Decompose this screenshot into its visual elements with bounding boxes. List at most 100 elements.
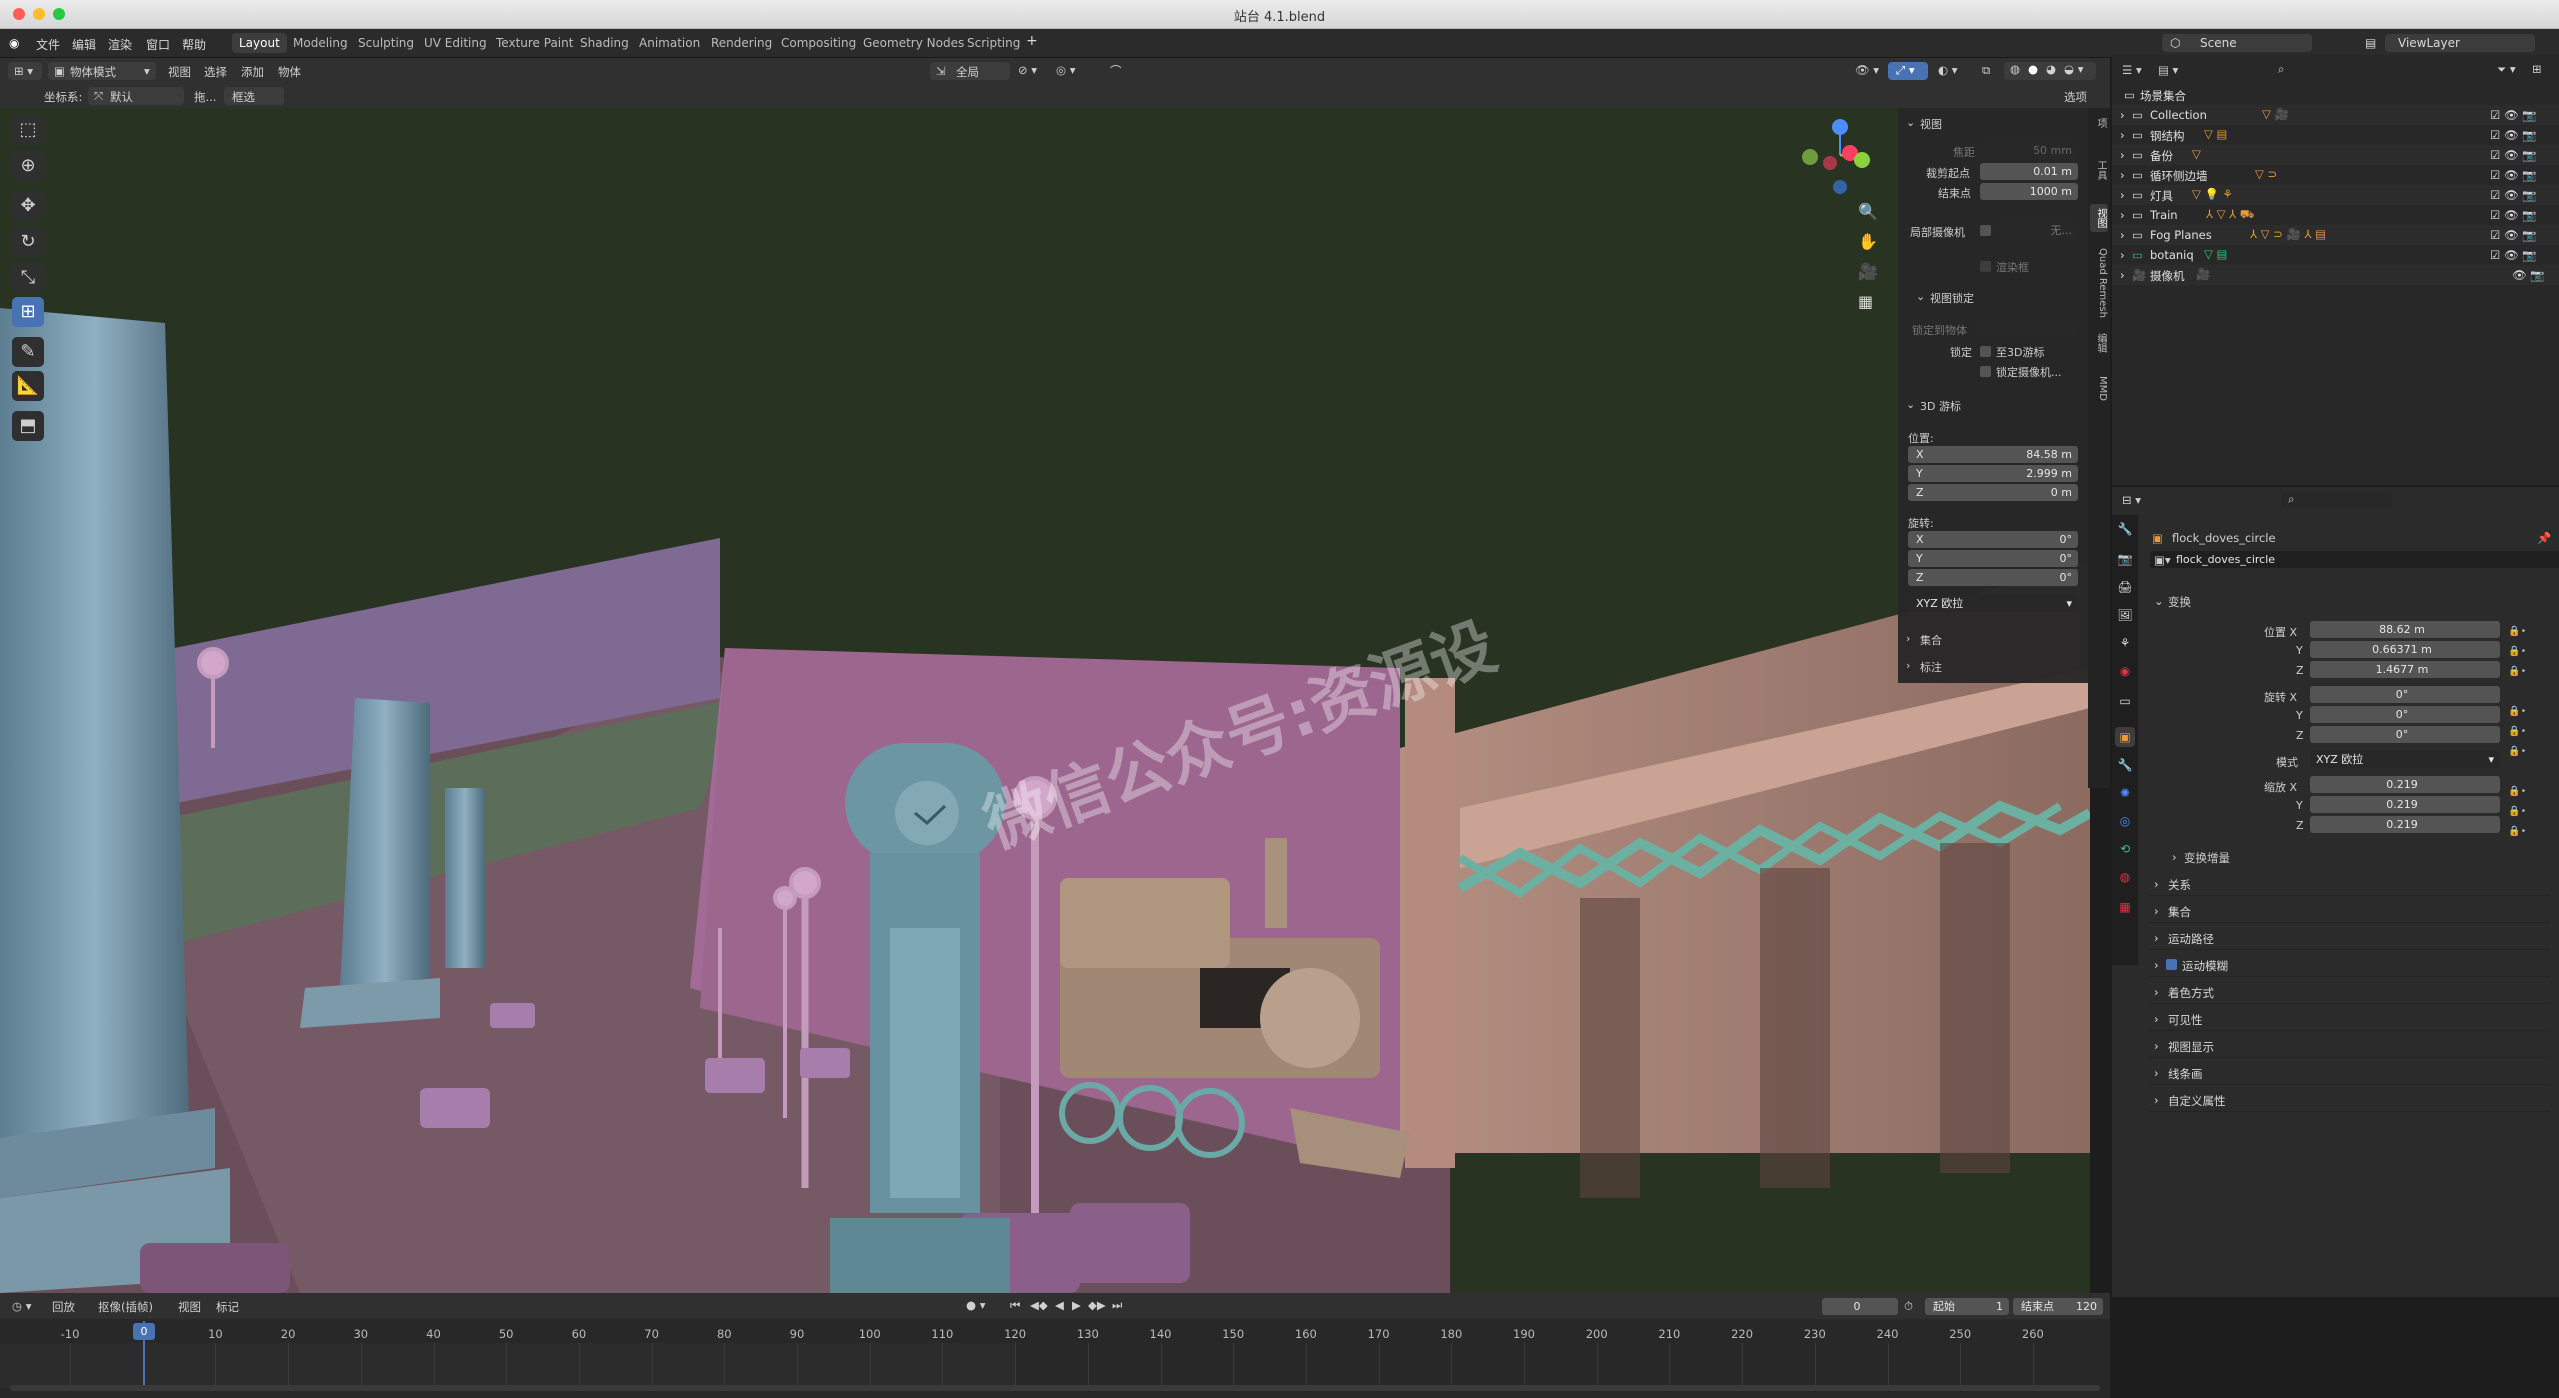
- outliner-row[interactable]: › ▭ 备份 ▽ ☑ 👁 📷: [2112, 145, 2559, 165]
- play-icon[interactable]: ▶: [1072, 1298, 1081, 1312]
- scale-z-field[interactable]: 0.219: [2310, 816, 2500, 833]
- 3d-viewport[interactable]: 微信公众号:资源设: [0, 108, 2090, 1293]
- cursor-rot-y-field[interactable]: Y 0°: [1908, 550, 2078, 567]
- object-datablock-field[interactable]: flock_doves_circle: [2150, 551, 2559, 568]
- clip-start-field[interactable]: 0.01 m: [1980, 163, 2078, 180]
- cursor-chevron-icon[interactable]: ⌄: [1906, 398, 1915, 411]
- tab-compositing[interactable]: Compositing: [774, 33, 863, 53]
- view-section-chevron-icon[interactable]: ⌄: [1906, 116, 1915, 129]
- rendered-icon[interactable]: ◒ ▾: [2064, 62, 2083, 76]
- timeline-scrollbar[interactable]: [10, 1385, 2100, 1391]
- tab-rendering[interactable]: Rendering: [704, 33, 779, 53]
- cursor-loc-z-field[interactable]: Z0 m: [1908, 484, 2078, 501]
- world-tab-icon[interactable]: ◉: [2115, 661, 2135, 681]
- outliner-row[interactable]: › ▭ 灯具 ▽ 💡 ⚘ ☑ 👁 📷: [2112, 185, 2559, 205]
- zoom-icon[interactable]: 🔍: [1858, 202, 1878, 221]
- transform-tool[interactable]: ⊞: [12, 297, 44, 327]
- tab-layout[interactable]: Layout: [232, 33, 287, 53]
- timeline-view-menu[interactable]: 视图: [178, 1299, 201, 1315]
- tab-animation[interactable]: Animation: [632, 33, 707, 53]
- physics-tab-icon[interactable]: ◎: [2115, 811, 2135, 831]
- tab-shading[interactable]: Shading: [573, 33, 636, 53]
- motion-blur-checkbox[interactable]: [2166, 959, 2177, 970]
- focal-field[interactable]: 50 mm: [1980, 142, 2078, 159]
- add-cube-tool[interactable]: ⬒: [12, 411, 44, 441]
- section-visibility[interactable]: › 可见性: [2148, 1008, 2550, 1031]
- solid-shading-icon[interactable]: ●: [2028, 62, 2038, 76]
- playback-menu[interactable]: 回放: [52, 1299, 75, 1315]
- end-frame-field[interactable]: 结束点 120: [2013, 1298, 2103, 1315]
- keying-menu[interactable]: 抠像(插帧): [98, 1299, 153, 1315]
- marker-menu[interactable]: 标记: [216, 1299, 239, 1315]
- cursor-loc-y-field[interactable]: Y 2.999 m: [1908, 465, 2078, 482]
- menu-select[interactable]: 选择: [204, 64, 227, 80]
- snap-icon[interactable]: ⊘ ▾: [1018, 63, 1037, 77]
- outliner-root-row[interactable]: ▭ 场景集合: [2112, 85, 2559, 105]
- material-tab-icon[interactable]: ◍: [2115, 867, 2135, 887]
- local-camera-field[interactable]: 无...: [1998, 222, 2078, 239]
- move-tool[interactable]: ✥: [12, 191, 44, 221]
- jump-keyframe-back-icon[interactable]: ◀◆: [1030, 1298, 1048, 1312]
- select-box-tool[interactable]: ⬚: [12, 115, 44, 145]
- cursor-tool[interactable]: ⊕: [12, 151, 44, 181]
- pin-icon[interactable]: 📌: [2537, 531, 2551, 545]
- delta-transform-chevron-icon[interactable]: ›: [2172, 850, 2177, 864]
- view-lock-chevron-icon[interactable]: ⌄: [1916, 290, 1925, 303]
- menu-view[interactable]: 视图: [168, 64, 191, 80]
- preview-range-icon[interactable]: ⏱: [1904, 1299, 1913, 1314]
- location-z-field[interactable]: 1.4677 m: [2310, 661, 2500, 678]
- particles-tab-icon[interactable]: ✺: [2115, 783, 2135, 803]
- menu-help[interactable]: 帮助: [182, 36, 206, 53]
- scene-tab-icon[interactable]: ⚘: [2115, 633, 2135, 653]
- scene-selector[interactable]: [2162, 34, 2312, 52]
- lock-camera-checkbox[interactable]: [1980, 366, 1991, 377]
- cursor-loc-x-field[interactable]: X 84.58 m: [1908, 446, 2078, 463]
- modifier-tab-icon[interactable]: 🔧: [2115, 755, 2135, 775]
- outliner-row[interactable]: › ▭ botaniq ▽ ▤ ☑ 👁 📷: [2112, 245, 2559, 265]
- timeline-editor-icon[interactable]: ◷ ▾: [12, 1299, 31, 1313]
- overlay-icon[interactable]: ◐ ▾: [1938, 63, 1957, 77]
- view-lock-title[interactable]: 视图锁定: [1930, 290, 1974, 306]
- rotation-z-field[interactable]: 0°: [2310, 726, 2500, 743]
- navigation-gizmo[interactable]: [1800, 115, 1880, 195]
- tab-texture-paint[interactable]: Texture Paint: [489, 33, 580, 53]
- texture-tab-icon[interactable]: ▦: [2115, 897, 2135, 917]
- section-motion-paths[interactable]: › 运动路径: [2148, 927, 2550, 950]
- lock-keyframe-icons[interactable]: 🔒• 🔒• 🔒• 🔒• 🔒• 🔒• 🔒• 🔒• 🔒•: [2508, 622, 2548, 837]
- scale-tool[interactable]: ⤡: [12, 263, 44, 293]
- add-workspace-icon[interactable]: +: [1026, 33, 1038, 49]
- menu-file[interactable]: 文件: [36, 36, 60, 53]
- delta-transform-title[interactable]: 变换增量: [2184, 850, 2230, 866]
- outliner-row[interactable]: › ▭ Fog Planes ⅄ ▽ ⊃ 🎥 ⅄ ▤ ☑ 👁 📷: [2112, 225, 2559, 245]
- material-preview-icon[interactable]: ◕: [2046, 62, 2056, 76]
- tab-scripting[interactable]: Scripting: [960, 33, 1027, 53]
- outliner-editor-icon[interactable]: ☰ ▾: [2122, 63, 2142, 77]
- constraints-tab-icon[interactable]: ⟲: [2115, 839, 2135, 859]
- outliner-row[interactable]: › ▭ 钢结构 ▽ ▤ ☑ 👁 📷: [2112, 125, 2559, 145]
- tab-geometry-nodes[interactable]: Geometry Nodes: [856, 33, 971, 53]
- camera-view-icon[interactable]: 🎥: [1858, 262, 1878, 281]
- options-button[interactable]: 选项: [2064, 89, 2087, 105]
- collection-chevron-icon[interactable]: ›: [1906, 632, 1910, 645]
- blender-logo-icon[interactable]: ◉: [9, 36, 19, 50]
- cursor-rotation-mode-dropdown[interactable]: XYZ 欧拉 ▾: [1908, 595, 2078, 612]
- object-tab-icon[interactable]: ▣: [2115, 727, 2135, 747]
- rotate-tool[interactable]: ↻: [12, 227, 44, 257]
- measure-tool[interactable]: 📐: [12, 371, 44, 401]
- section-viewport-display[interactable]: › 视图显示: [2148, 1035, 2550, 1058]
- view-section-title[interactable]: 视图: [1920, 116, 1942, 132]
- jump-start-icon[interactable]: ⏮: [1010, 1298, 1020, 1313]
- filter-funnel-icon[interactable]: ⏷ ▾: [2497, 62, 2516, 77]
- menu-object[interactable]: 物体: [278, 64, 301, 80]
- wireframe-icon[interactable]: ◍: [2010, 62, 2020, 76]
- cursor-rot-z-field[interactable]: Z 0°: [1908, 569, 2078, 586]
- scale-x-field[interactable]: 0.219: [2310, 776, 2500, 793]
- playhead-frame-label[interactable]: 0: [133, 1323, 155, 1340]
- start-frame-field[interactable]: 起始 1: [1925, 1298, 2009, 1315]
- new-collection-icon[interactable]: ⊞: [2532, 62, 2542, 76]
- outliner-row[interactable]: › ▭ Collection ▽ 🎥 ☑ 👁 📷: [2112, 105, 2559, 125]
- lock-cursor-checkbox[interactable]: [1980, 346, 1991, 357]
- cursor-rot-x-field[interactable]: X 0°: [1908, 531, 2078, 548]
- menu-edit[interactable]: 编辑: [72, 36, 96, 53]
- tab-edit[interactable]: 编辑: [2090, 333, 2108, 353]
